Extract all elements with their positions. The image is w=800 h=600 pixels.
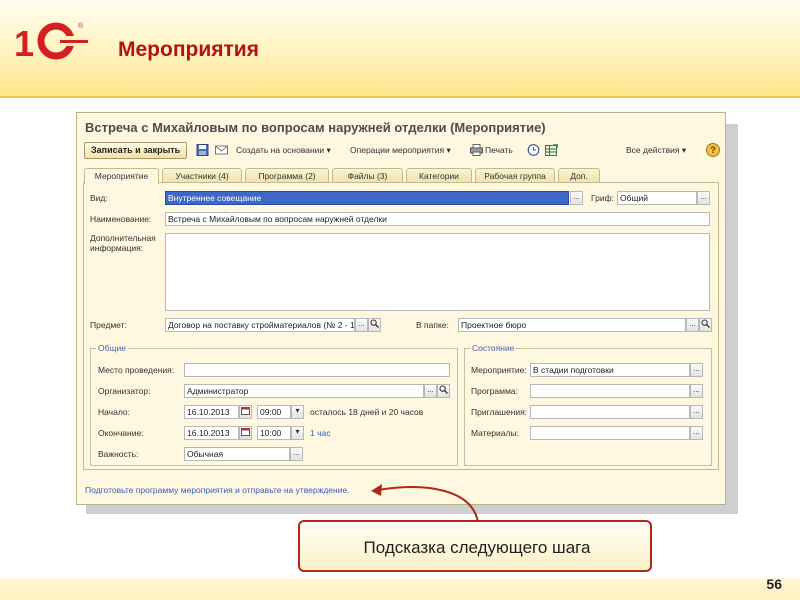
svg-text:®: ® [78,22,84,30]
tab-additional[interactable]: Доп. [558,168,600,183]
start-time-field[interactable]: 09:00 [257,405,291,419]
subject-select-button[interactable]: ... [355,318,368,332]
materials-state-field[interactable] [530,426,690,440]
start-date-calendar-button[interactable] [239,405,252,419]
slide-header: 1 ® Мероприятия [0,0,800,98]
subject-open-button[interactable] [368,318,381,332]
event-state-label: Мероприятие: [471,365,527,375]
grif-select-button[interactable]: ... [697,191,710,205]
curved-arrow-icon [371,484,479,523]
calendar-icon [241,407,250,415]
importance-select-button[interactable]: ... [290,447,303,461]
program-state-select-button[interactable]: ... [690,384,703,398]
program-state-field[interactable] [530,384,690,398]
magnifier-icon [439,385,448,394]
vid-field[interactable]: Внутреннее совещание [165,191,569,205]
importance-label: Важность: [98,449,139,459]
create-based-on-menu[interactable]: Создать на основании ▾ [236,145,331,156]
tab-event[interactable]: Мероприятие [84,168,159,184]
extra-info-label-line2: информация: [90,243,144,253]
folder-field[interactable]: Проектное бюро [458,318,686,332]
all-actions-label: Все действия [626,145,680,155]
calendar-icon [241,428,250,436]
grif-label: Гриф: [591,193,614,203]
svg-text:1: 1 [14,23,34,64]
organizer-select-button[interactable]: ... [424,384,437,398]
materials-state-select-button[interactable]: ... [690,426,703,440]
event-state-field[interactable]: В стадии подготовки [530,363,690,377]
end-time-dropdown[interactable]: ▾ [291,426,304,440]
vid-label: Вид: [90,193,108,203]
grif-field[interactable]: Общий [617,191,697,205]
invites-state-select-button[interactable]: ... [690,405,703,419]
slide-title: Мероприятия [118,38,259,61]
program-state-label: Программа: [471,386,518,396]
subject-label: Предмет: [90,320,127,330]
place-label: Место проведения: [98,365,175,375]
email-icon[interactable] [215,144,228,156]
tab-panel-event: Вид: Внутреннее совещание ... Гриф: Общи… [83,182,719,470]
organizer-field[interactable]: Администратор [184,384,424,398]
help-icon[interactable]: ? [706,143,720,157]
extra-info-label-line1: Дополнительная [90,233,156,243]
magnifier-icon [370,319,379,328]
tab-categories[interactable]: Категории [406,168,472,183]
materials-state-label: Материалы: [471,428,519,438]
callout-text: Подсказка следующего шага [363,538,591,557]
all-actions-menu[interactable]: Все действия ▾ [626,145,686,156]
folder-select-button[interactable]: ... [686,318,699,332]
start-label: Начало: [98,407,130,417]
subject-field[interactable]: Договор на поставку стройматериалов (№ 2… [165,318,355,332]
create-based-label: Создать на основании [236,145,325,155]
organizer-label: Организатор: [98,386,151,396]
end-date-field[interactable]: 16.10.2013 [184,426,239,440]
print-button[interactable]: Печать [485,145,513,155]
toolbar: Записать и закрыть Создать на основании … [84,142,720,160]
page-number: 56 [766,576,782,592]
clock-icon[interactable] [527,144,540,156]
save-icon[interactable] [196,144,209,156]
duration-text: 1 час [310,428,331,438]
vid-select-button[interactable]: ... [570,191,583,205]
organizer-open-button[interactable] [437,384,450,398]
tab-participants[interactable]: Участники (4) [162,168,242,183]
operations-label: Операции мероприятия [350,145,445,155]
magnifier-icon [701,319,710,328]
next-step-callout: Подсказка следующего шага [298,520,652,572]
end-date-calendar-button[interactable] [239,426,252,440]
start-time-dropdown[interactable]: ▾ [291,405,304,419]
printer-icon[interactable] [470,144,483,156]
tab-program[interactable]: Программа (2) [245,168,329,183]
place-field[interactable] [184,363,450,377]
export-table-icon[interactable] [545,144,558,156]
end-label: Окончание: [98,428,144,438]
name-label: Наименование: [90,214,152,224]
name-field[interactable]: Встреча с Михайловым по вопросам наружне… [165,212,710,226]
event-form-window: Встреча с Михайловым по вопросам наружне… [76,112,726,505]
folder-open-button[interactable] [699,318,712,332]
event-operations-menu[interactable]: Операции мероприятия ▾ [350,145,451,156]
folder-label: В папке: [416,320,449,330]
tab-files[interactable]: Файлы (3) [332,168,403,183]
tab-work-group[interactable]: Рабочая группа [475,168,555,183]
end-time-field[interactable]: 10:00 [257,426,291,440]
extra-info-textarea[interactable] [165,233,710,311]
1c-logo: 1 ® [14,22,90,64]
invites-state-field[interactable] [530,405,690,419]
window-title: Встреча с Михайловым по вопросам наружне… [85,120,546,135]
general-group-title: Общие [96,343,128,353]
importance-field[interactable]: Обычная [184,447,290,461]
next-step-hint-link[interactable]: Подготовьте программу мероприятия и отпр… [85,485,350,495]
slide-footer-bar [0,578,800,600]
state-group-title: Состояние [470,343,517,353]
start-date-field[interactable]: 16.10.2013 [184,405,239,419]
save-and-close-button[interactable]: Записать и закрыть [84,142,188,159]
event-state-select-button[interactable]: ... [690,363,703,377]
remaining-time-text: осталось 18 дней и 20 часов [310,407,424,417]
invites-state-label: Приглашения: [471,407,528,417]
